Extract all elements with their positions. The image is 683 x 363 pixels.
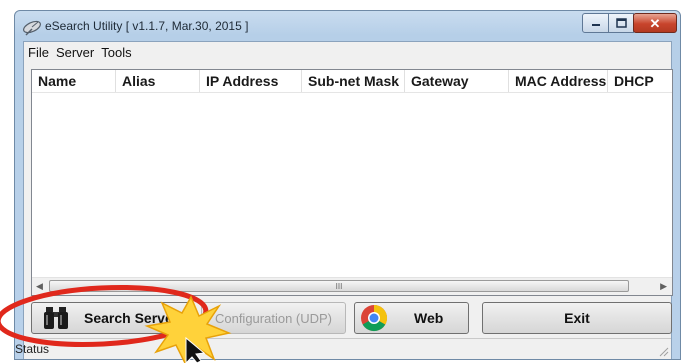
menu-tools[interactable]: Tools: [100, 45, 137, 60]
horizontal-scrollbar[interactable]: ◀ III ▶: [32, 277, 672, 295]
close-button[interactable]: ✕: [633, 13, 677, 33]
menu-server[interactable]: Server: [55, 45, 100, 60]
status-bar: Status: [15, 338, 671, 359]
application-window: eSearch Utility [ v1.1.7, Mar.30, 2015 ]…: [14, 10, 681, 360]
column-header-alias[interactable]: Alias: [116, 70, 200, 92]
scroll-right-arrow-icon[interactable]: ▶: [660, 281, 667, 292]
server-list[interactable]: Name Alias IP Address Sub-net Mask Gatew…: [31, 69, 673, 296]
maximize-button[interactable]: [608, 13, 634, 33]
resize-grip-icon[interactable]: [657, 345, 669, 357]
exit-label: Exit: [564, 310, 590, 326]
configuration-udp-button[interactable]: Configuration (UDP): [201, 302, 346, 334]
column-header-row: Name Alias IP Address Sub-net Mask Gatew…: [32, 70, 672, 93]
column-header-subnet-mask[interactable]: Sub-net Mask: [302, 70, 405, 92]
column-header-ip-address[interactable]: IP Address: [200, 70, 302, 92]
column-header-dhcp[interactable]: DHCP: [608, 70, 672, 92]
search-servers-button[interactable]: Search Servers: [31, 302, 191, 334]
scrollbar-grip: III: [335, 282, 343, 291]
window-title: eSearch Utility [ v1.1.7, Mar.30, 2015 ]: [45, 19, 249, 33]
minimize-button[interactable]: [582, 13, 609, 33]
binoculars-icon: [44, 307, 68, 329]
web-button[interactable]: Web: [354, 302, 469, 334]
scrollbar-thumb[interactable]: III: [49, 280, 629, 292]
configuration-udp-label: Configuration (UDP): [214, 310, 333, 326]
close-icon: ✕: [649, 15, 661, 31]
satellite-dish-icon: [23, 20, 41, 36]
search-servers-label: Search Servers: [84, 310, 186, 326]
title-bar[interactable]: eSearch Utility [ v1.1.7, Mar.30, 2015 ]…: [15, 11, 680, 41]
client-area: File Server Tools Name Alias IP Address …: [15, 41, 673, 359]
exit-button[interactable]: Exit: [482, 302, 672, 334]
minimize-icon: [591, 24, 600, 26]
web-label: Web: [414, 310, 444, 326]
column-header-name[interactable]: Name: [32, 70, 116, 92]
menu-bar: File Server Tools: [24, 42, 671, 62]
chrome-icon: [361, 304, 388, 332]
scroll-left-arrow-icon[interactable]: ◀: [36, 281, 43, 292]
status-text: Status: [15, 342, 50, 356]
column-header-gateway[interactable]: Gateway: [405, 70, 509, 92]
menu-file[interactable]: File: [27, 45, 55, 60]
column-header-mac-address[interactable]: MAC Address: [509, 70, 608, 92]
maximize-icon: [615, 18, 627, 28]
